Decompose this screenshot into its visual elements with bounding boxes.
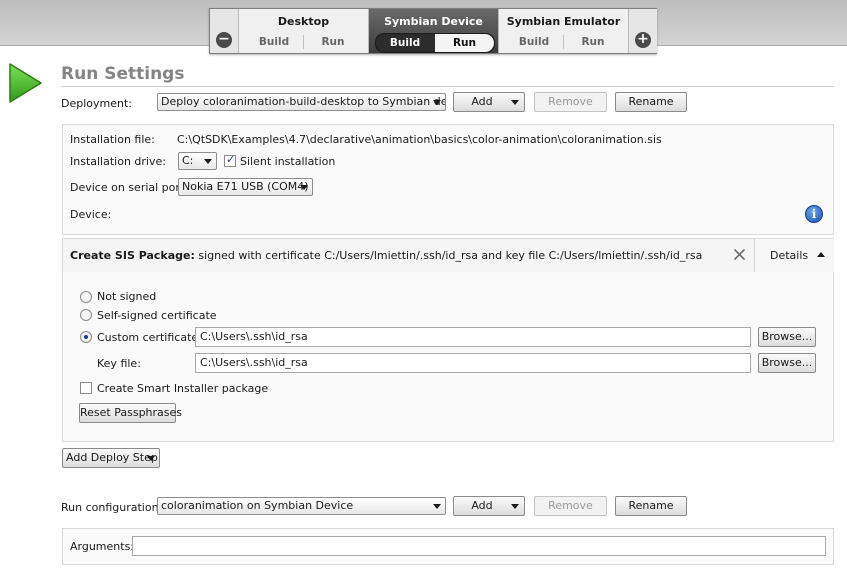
desktop-run-tab[interactable]: Run [304,33,362,51]
smart-installer-checkbox[interactable] [80,382,92,394]
title-divider [61,86,834,87]
target-desktop[interactable]: Desktop Build Run [238,9,368,53]
custom-certificate-radio[interactable] [80,331,92,343]
certificate-path-input[interactable]: C:\Users\.ssh\id_rsa [195,327,751,347]
deployment-combo[interactable]: Deploy coloranimation-build-desktop to S… [157,93,446,111]
installation-file-label: Installation file: [70,133,155,146]
page-title: Run Settings [61,64,185,84]
key-file-label: Key file: [97,357,141,370]
chevron-down-icon [511,100,519,105]
close-icon[interactable] [733,248,746,261]
remove-target-side: − [210,9,238,53]
desktop-build-tab[interactable]: Build [245,33,303,51]
deployment-combo-value: Deploy coloranimation-build-desktop to S… [161,95,446,108]
reset-passphrases-button[interactable]: Reset Passphrases [79,403,182,423]
device-label: Device: [70,208,112,221]
custom-certificate-label: Custom certificate: [97,331,202,344]
deployment-add-label: Add [471,95,493,108]
deployment-remove-button[interactable]: Remove [534,92,607,112]
chevron-down-icon [300,185,308,190]
silent-installation-checkbox[interactable] [224,153,236,167]
deployment-add-button[interactable]: Add [453,92,525,112]
add-target-side: + [628,9,657,53]
installation-drive-combo[interactable]: C: [178,152,217,170]
serial-port-label: Device on serial port: [70,181,188,194]
emulator-run-tab[interactable]: Run [564,33,622,51]
chevron-down-icon [511,504,519,509]
serial-port-value: Nokia E71 USB (COM4) [182,180,309,193]
smart-installer-label: Create Smart Installer package [97,382,269,395]
run-configuration-remove-button[interactable]: Remove [534,496,607,516]
run-configuration-add-label: Add [471,499,493,512]
run-configuration-add-button[interactable]: Add [453,496,525,516]
target-symbian-device[interactable]: Symbian Device Build Run [368,9,498,53]
sis-header-summary: signed with certificate C:/Users/lmietti… [198,249,703,262]
target-selector: − Desktop Build Run Symbian Device Build… [209,8,657,54]
self-signed-label: Self-signed certificate [97,309,217,322]
run-configuration-rename-button[interactable]: Rename [615,496,687,516]
run-configuration-combo[interactable]: coloranimation on Symbian Device [157,497,446,515]
emulator-build-tab[interactable]: Build [505,33,563,51]
run-configuration-value: coloranimation on Symbian Device [161,499,354,512]
chevron-down-icon [433,504,441,509]
installation-file-value: C:\QtSDK\Examples\4.7\declarative\animat… [177,133,662,146]
run-configuration-label: Run configuration: [61,501,163,514]
run-settings-play-icon [9,63,42,103]
arguments-label: Arguments: [70,540,135,553]
target-name: Symbian Device [384,15,483,28]
add-target-icon[interactable]: + [635,32,651,48]
info-icon[interactable]: i [805,205,823,223]
arguments-input[interactable] [132,536,826,556]
key-file-input[interactable]: C:\Users\.ssh\id_rsa [195,353,751,373]
self-signed-radio[interactable] [80,309,92,321]
chevron-down-icon [147,456,155,461]
device-run-tab[interactable]: Run [435,34,494,52]
certificate-browse-button[interactable]: Browse... [758,327,816,347]
not-signed-label: Not signed [97,290,157,303]
target-name: Symbian Emulator [506,15,621,28]
silent-installation-label: Silent installation [240,155,336,168]
key-file-browse-button[interactable]: Browse... [758,353,816,373]
add-deploy-step-label: Add Deploy Step [66,451,158,464]
serial-port-combo[interactable]: Nokia E71 USB (COM4) [178,178,313,196]
device-build-run-switch: Build Run [375,33,495,53]
details-label: Details [770,249,809,262]
add-deploy-step-button[interactable]: Add Deploy Step [62,448,160,468]
sis-header-text: Create SIS Package: signed with certific… [70,249,702,262]
device-build-tab[interactable]: Build [376,34,434,52]
installation-drive-label: Installation drive: [70,155,166,168]
remove-target-icon[interactable]: − [216,32,232,48]
deployment-label: Deployment: [61,97,132,110]
target-name: Desktop [277,15,330,28]
sis-header-title: Create SIS Package: [70,249,195,262]
chevron-down-icon [433,100,441,105]
deployment-rename-button[interactable]: Rename [615,92,687,112]
not-signed-radio[interactable] [80,291,92,303]
chevron-down-icon [204,159,212,164]
target-symbian-emulator[interactable]: Symbian Emulator Build Run [498,9,628,53]
chevron-up-icon [817,252,825,257]
installation-drive-value: C: [182,154,194,167]
details-toggle[interactable]: Details [754,239,834,272]
